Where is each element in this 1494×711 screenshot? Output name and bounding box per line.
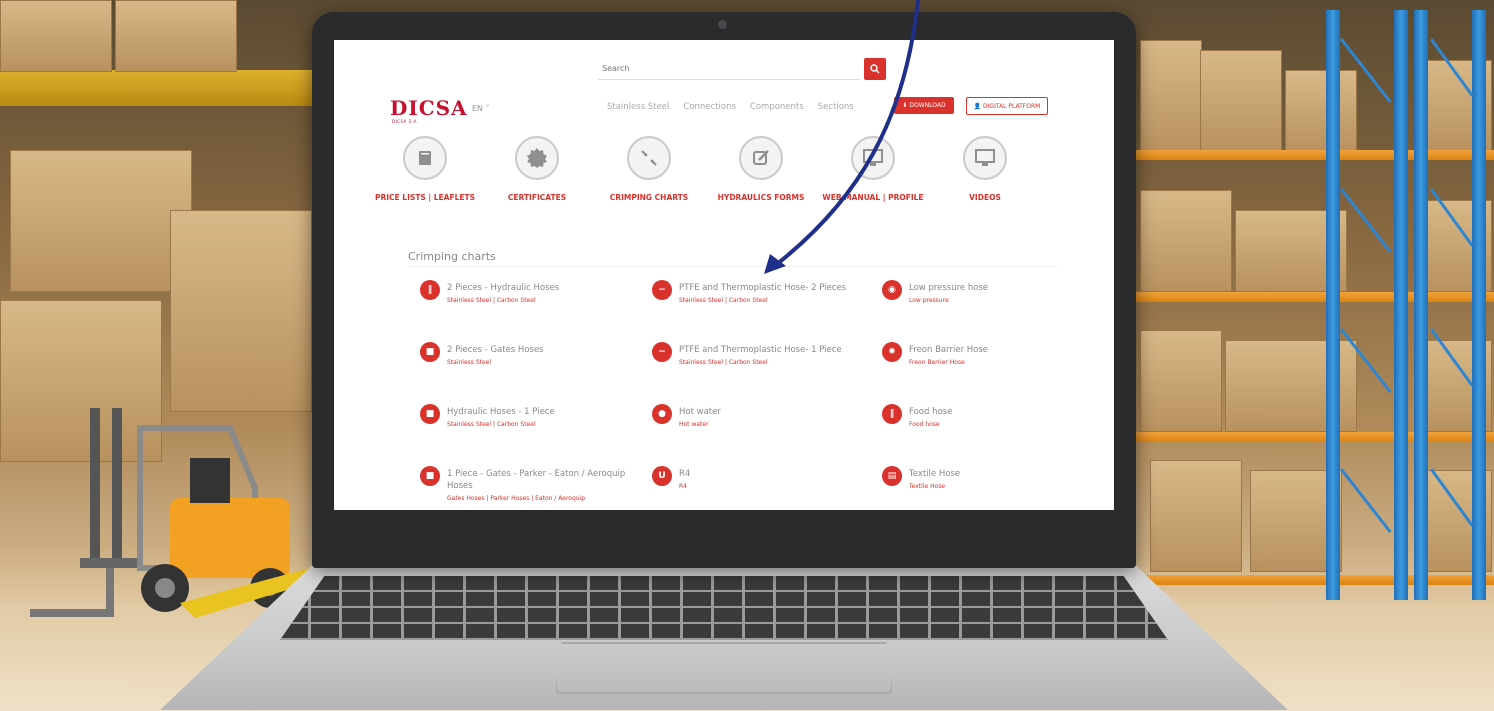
rack-post bbox=[1326, 10, 1340, 600]
section-title: Crimping charts bbox=[408, 250, 496, 263]
icon-tile-price-lists[interactable]: PRICE LISTS | LEAFLETS bbox=[370, 136, 480, 203]
rack-beam bbox=[1130, 432, 1494, 442]
seal-icon bbox=[515, 136, 559, 180]
chart-item-title[interactable]: PTFE and Thermoplastic Hose- 1 Piece bbox=[679, 344, 879, 356]
rack-post bbox=[1472, 10, 1486, 600]
icon-label: WEB MANUAL | PROFILE bbox=[822, 193, 924, 202]
hose-icon: ● bbox=[652, 404, 672, 424]
chart-item-title[interactable]: 2 Pieces - Gates Hoses bbox=[447, 344, 647, 356]
icon-tile-crimping-charts[interactable]: CRIMPING CHARTS bbox=[594, 136, 704, 203]
chart-item-links[interactable]: Stainless Steel | Carbon Steel bbox=[679, 359, 879, 366]
digital-platform-button[interactable]: 👤 DIGITAL PLATFORM bbox=[966, 97, 1048, 115]
rack-box bbox=[1285, 70, 1357, 152]
webcam-icon bbox=[718, 20, 727, 29]
rack-beam bbox=[1130, 575, 1494, 585]
rack-post bbox=[1414, 10, 1428, 600]
rack-box bbox=[1200, 50, 1282, 152]
icon-tile-hydraulics-forms[interactable]: HYDRAULICS FORMS bbox=[706, 136, 816, 203]
nav-item-stainless-steel[interactable]: Stainless Steel bbox=[607, 102, 669, 112]
hose-icon: U bbox=[652, 466, 672, 486]
rack-brace bbox=[1340, 468, 1392, 534]
rack-post bbox=[1394, 10, 1408, 600]
left-box bbox=[10, 150, 192, 292]
language-selector[interactable]: EN ˅ bbox=[472, 104, 490, 113]
hose-icon: ✹ bbox=[882, 342, 902, 362]
browser-viewport: DICSA DICSA S.A. EN ˅ Stainless Steel Co… bbox=[334, 40, 1114, 510]
chart-item-title[interactable]: Freon Barrier Hose bbox=[909, 344, 1109, 356]
icon-tile-web-manual[interactable]: WEB MANUAL | PROFILE bbox=[818, 136, 928, 203]
logo-tagline: DICSA S.A. bbox=[392, 119, 419, 124]
monitor-icon bbox=[963, 136, 1007, 180]
keyboard-rows bbox=[280, 576, 1168, 640]
search-button[interactable] bbox=[864, 58, 886, 80]
chart-item-links[interactable]: Gates Hoses | Parker Hoses | Eaton / Aer… bbox=[447, 495, 647, 502]
nav-item-sections[interactable]: Sections bbox=[818, 102, 854, 112]
dicsa-logo[interactable]: DICSA bbox=[390, 96, 468, 120]
hose-icon: ■ bbox=[420, 466, 440, 486]
chart-item-title[interactable]: Hot water bbox=[679, 406, 879, 418]
chart-item-links[interactable]: Textile Hose bbox=[909, 483, 1109, 490]
icon-label: CERTIFICATES bbox=[507, 193, 567, 202]
hose-icon: ◉ bbox=[882, 280, 902, 300]
chart-item-title[interactable]: 1 Piece - Gates - Parker - Eaton / Aeroq… bbox=[447, 468, 637, 492]
section-divider bbox=[408, 266, 1058, 267]
chart-item-links[interactable]: Low pressure bbox=[909, 297, 1109, 304]
forklift-illustration bbox=[30, 408, 310, 618]
chart-item-title[interactable]: R4 bbox=[679, 468, 879, 480]
rack-box bbox=[1140, 330, 1222, 432]
rack-box bbox=[1150, 460, 1242, 572]
left-shelf-beam bbox=[0, 70, 320, 106]
icon-tile-videos[interactable]: VIDEOS bbox=[930, 136, 1040, 203]
hose-icon: ▤ bbox=[882, 466, 902, 486]
nav-item-components[interactable]: Components bbox=[750, 102, 804, 112]
rack-box bbox=[1140, 190, 1232, 292]
hose-icon: − bbox=[652, 280, 672, 300]
chart-item-links[interactable]: Hot water bbox=[679, 421, 879, 428]
search-icon bbox=[870, 64, 880, 74]
icon-label: CRIMPING CHARTS bbox=[609, 193, 689, 202]
hose-icon: ‖ bbox=[420, 280, 440, 300]
chart-item-title[interactable]: Hydraulic Hoses - 1 Piece bbox=[447, 406, 647, 418]
rack-beam bbox=[1130, 292, 1494, 302]
hose-icon: ■ bbox=[420, 342, 440, 362]
left-box bbox=[170, 210, 312, 412]
laptop-lid: DICSA DICSA S.A. EN ˅ Stainless Steel Co… bbox=[312, 12, 1136, 568]
chart-item-links[interactable]: Freon Barrier Hose bbox=[909, 359, 1109, 366]
search-bar bbox=[598, 58, 888, 82]
hose-icon: ‖ bbox=[882, 404, 902, 424]
icon-label: HYDRAULICS FORMS bbox=[717, 193, 805, 202]
chart-item-title[interactable]: PTFE and Thermoplastic Hose- 2 Pieces bbox=[679, 282, 879, 294]
search-input[interactable] bbox=[598, 58, 860, 80]
icon-label: PRICE LISTS | LEAFLETS bbox=[374, 193, 475, 202]
rack-brace bbox=[1340, 188, 1392, 254]
chart-item-links[interactable]: Stainless Steel | Carbon Steel bbox=[679, 297, 879, 304]
laptop-trackpad bbox=[555, 642, 893, 694]
chart-item-title[interactable]: Low pressure hose bbox=[909, 282, 1109, 294]
chart-item-title[interactable]: Textile Hose bbox=[909, 468, 1109, 480]
download-button[interactable]: ⬇ DOWNLOAD bbox=[894, 97, 954, 114]
rack-box bbox=[1140, 40, 1202, 152]
edit-form-icon bbox=[739, 136, 783, 180]
nav-item-connections[interactable]: Connections bbox=[683, 102, 736, 112]
crimp-icon bbox=[627, 136, 671, 180]
icon-label: VIDEOS bbox=[969, 193, 1001, 202]
chart-item-links[interactable]: R4 bbox=[679, 483, 879, 490]
laptop-keyboard bbox=[280, 576, 1168, 640]
chart-item-links[interactable]: Stainless Steel | Carbon Steel bbox=[447, 297, 647, 304]
monitor-icon bbox=[851, 136, 895, 180]
hose-icon: − bbox=[652, 342, 672, 362]
chart-item-title[interactable]: 2 Pieces - Hydraulic Hoses bbox=[447, 282, 647, 294]
chart-item-links[interactable]: Stainless Steel | Carbon Steel bbox=[447, 421, 647, 428]
hose-icon: ■ bbox=[420, 404, 440, 424]
rack-beam bbox=[1130, 150, 1494, 160]
left-box bbox=[0, 0, 112, 72]
left-box bbox=[115, 0, 237, 72]
icon-tile-certificates[interactable]: CERTIFICATES bbox=[482, 136, 592, 203]
chart-item-links[interactable]: Food hose bbox=[909, 421, 1109, 428]
chart-item-title[interactable]: Food hose bbox=[909, 406, 1109, 418]
chart-item-links[interactable]: Stainless Steel bbox=[447, 359, 647, 366]
book-icon bbox=[403, 136, 447, 180]
main-nav: Stainless Steel Connections Components S… bbox=[607, 102, 854, 112]
